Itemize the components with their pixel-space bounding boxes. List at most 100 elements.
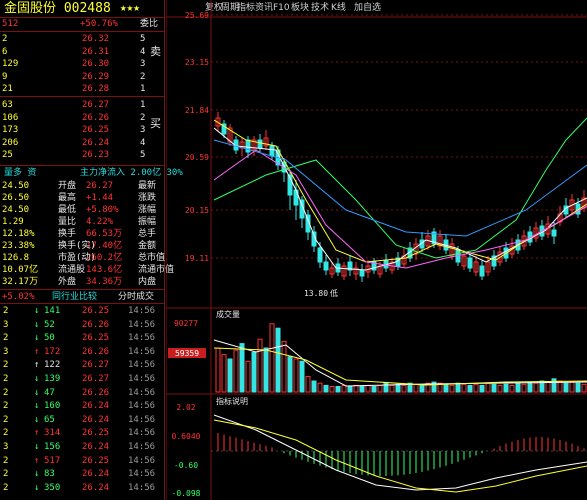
- trade-arrow: ↓: [34, 333, 40, 344]
- stock-title: 金固股份 002488: [4, 1, 111, 16]
- ma5-line: [213, 127, 587, 271]
- divider: [0, 96, 165, 97]
- trade-count: 2: [3, 455, 9, 466]
- stat-value: 23.38%: [2, 241, 35, 251]
- low-marker-label: 低: [330, 288, 338, 298]
- volume-bar: [287, 356, 293, 393]
- trade-time: 14:56: [128, 387, 156, 398]
- trade-arrow: ↓: [34, 469, 40, 480]
- trade-arrow: ↓: [34, 387, 40, 398]
- trade-arrow: ↓: [34, 374, 40, 384]
- sell-price: 26.29: [82, 71, 110, 82]
- buy-volume: 206: [2, 137, 19, 148]
- trade-count: 2: [3, 428, 9, 439]
- trade-time: 14:56: [128, 482, 156, 493]
- trade-price: 26.24: [82, 414, 110, 425]
- sell-price: 26.30: [82, 59, 110, 69]
- stat-label: 金额: [138, 241, 157, 251]
- sell-volume: 21: [2, 84, 13, 94]
- trade-volume: 65: [44, 414, 55, 425]
- stat-label: 开盘: [58, 181, 77, 191]
- volume-bar: [245, 360, 251, 393]
- candle-body: [479, 265, 485, 277]
- candle-body: [551, 229, 557, 237]
- volume-bar: [281, 340, 287, 393]
- trades-header[interactable]: 分时成交: [118, 291, 154, 303]
- trade-arrow: ↑: [34, 346, 40, 357]
- price-tick-label: 25.69: [185, 11, 209, 20]
- volume-bar: [479, 384, 485, 393]
- divider: [0, 165, 165, 166]
- trades-header-right[interactable]: 同行业比较: [52, 291, 97, 303]
- trade-volume: 517: [44, 455, 61, 466]
- buy-price: 26.23: [82, 150, 110, 160]
- volume-bar: [317, 382, 323, 393]
- kline-panel: 加自选 K线 技术 板块 F10 资讯 指标 周期 复权 25.69 23.15 21.84 20.5…: [166, 0, 587, 500]
- stat-value: 24.50: [2, 181, 30, 191]
- trade-count: 2: [3, 414, 9, 425]
- buy-price: 26.24: [82, 137, 110, 148]
- trades-header-pct: +5.02%: [2, 292, 35, 302]
- stat-value: 66.53万: [86, 229, 123, 239]
- volume-bar: [521, 383, 527, 393]
- trade-time: 14:56: [128, 306, 156, 316]
- dif-line: [213, 414, 587, 491]
- candle-body: [323, 261, 329, 271]
- volume-bar: [251, 351, 257, 393]
- trade-count: 3: [3, 442, 9, 452]
- trade-time: 14:56: [128, 374, 156, 384]
- trade-volume: 160: [44, 401, 61, 412]
- volume-bar: [215, 347, 221, 393]
- sell-volume: 129: [2, 59, 19, 69]
- stat-value: 26.27: [86, 181, 114, 191]
- sell-volume: 6: [2, 46, 8, 57]
- stat-label: 换手: [58, 229, 77, 239]
- stat-label: 振幅: [138, 217, 157, 227]
- trade-price: 26.24: [82, 442, 110, 452]
- trade-volume: 47: [44, 387, 55, 398]
- volume-bar: [419, 384, 425, 393]
- stat-value: 126.8: [2, 253, 30, 263]
- price-tick-label: 21.84: [185, 106, 209, 115]
- sell-level: 3: [140, 59, 146, 69]
- volume-max-label: 90277: [174, 319, 198, 328]
- kline-chart[interactable]: 25.69 23.15 21.84 20.59 20.15 19.11 13.80 低成交量 9…: [166, 0, 587, 500]
- stat-value: 24.50: [2, 205, 30, 215]
- stat-value: 10.07亿: [2, 265, 39, 275]
- trade-time: 14:56: [128, 319, 156, 330]
- volume-bar: [395, 383, 401, 393]
- trade-time: 14:56: [128, 346, 156, 357]
- trade-price: 26.26: [82, 319, 110, 330]
- stat-value: 32.17万: [2, 277, 39, 287]
- candle-body: [317, 247, 323, 263]
- stat-label: 总手: [138, 229, 157, 239]
- trade-price: 26.27: [82, 374, 110, 384]
- trade-count: 2: [3, 374, 9, 384]
- volume-bar: [221, 354, 227, 393]
- buy-level: 2: [140, 112, 146, 123]
- buy-level: 4: [140, 137, 146, 148]
- stat-value: 34.36万: [86, 277, 123, 287]
- trade-volume: 50: [44, 333, 55, 344]
- trade-count: 3: [3, 346, 9, 357]
- buy-volume: 25: [2, 150, 13, 160]
- candle-body: [467, 257, 473, 269]
- volume-bar: [461, 383, 467, 393]
- volume-bar: [401, 384, 407, 393]
- trade-count: 2: [3, 333, 9, 344]
- indicator-tick-label: 0.6040: [172, 432, 201, 441]
- volume-current-label: 59359: [175, 349, 199, 358]
- trade-time: 14:56: [128, 401, 156, 412]
- trade-price: 26.24: [82, 482, 110, 493]
- stat-label: 市盈(动): [58, 253, 96, 263]
- volume-bar: [509, 384, 515, 393]
- sell-level: 4: [140, 46, 146, 57]
- volume-bar: [305, 376, 311, 393]
- volume-bar: [233, 349, 239, 393]
- volume-bar: [371, 386, 377, 393]
- sell-price: 26.31: [82, 46, 110, 57]
- info-header-right[interactable]: 量多 资: [4, 167, 36, 179]
- candle-body: [269, 145, 275, 157]
- indicator-tick-label: 2.02: [176, 403, 195, 412]
- volume-bar: [515, 382, 521, 393]
